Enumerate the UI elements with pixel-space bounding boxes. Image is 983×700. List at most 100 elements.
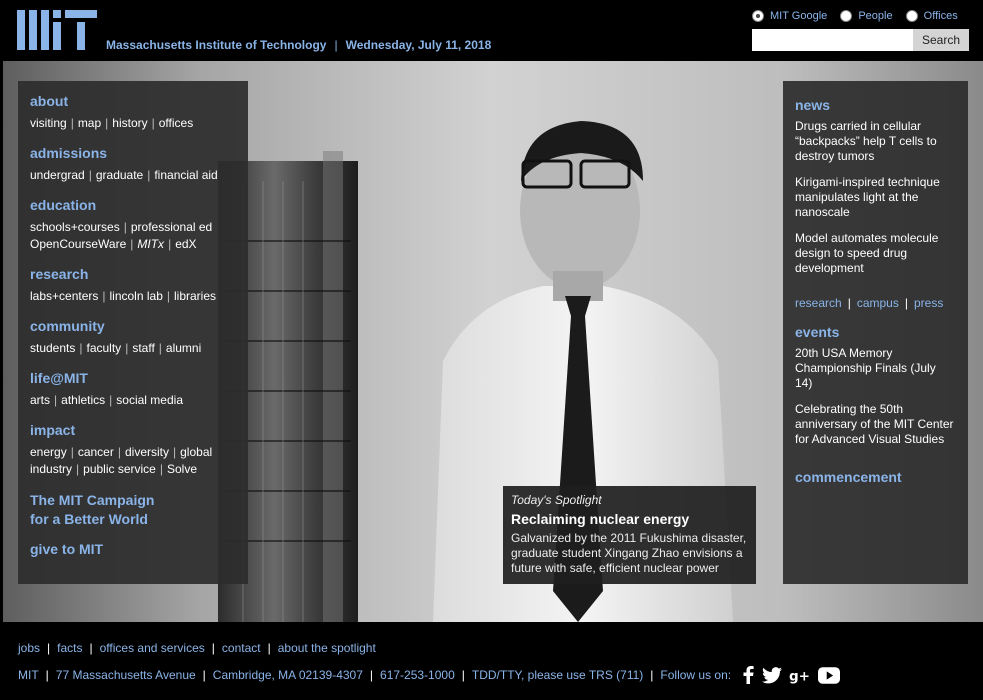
radio-dot[interactable]: [840, 10, 853, 22]
event-item[interactable]: Celebrating the 50th anniversary of the …: [795, 402, 956, 447]
nav-community-links: students | faculty | staff | alumni: [30, 341, 202, 355]
nav-group-about: about visiting | map | history | offices: [30, 93, 236, 132]
nav-impact-links-2: industry | public service | Solve: [30, 462, 198, 476]
institute-line: Massachusetts Institute of Technology | We…: [106, 38, 492, 52]
nav-link-professional-ed[interactable]: professional ed: [131, 220, 212, 234]
nav-education[interactable]: education: [30, 197, 236, 213]
nav-link-diversity[interactable]: diversity: [125, 445, 169, 459]
news-heading[interactable]: news: [795, 97, 956, 113]
spotlight-caption: Today's Spotlight Reclaiming nuclear ene…: [503, 486, 756, 584]
nav-group-impact: impact energy | cancer | diversity | global in…: [30, 422, 236, 478]
radio-dot[interactable]: [905, 10, 918, 22]
nav-group-life: life@MIT arts | athletics | social media: [30, 370, 236, 409]
nav-research[interactable]: research: [30, 266, 236, 282]
youtube-icon[interactable]: [818, 666, 841, 684]
nav-link-public-service[interactable]: public service: [83, 462, 156, 476]
current-date: Wednesday, July 11, 2018: [345, 38, 492, 52]
footer-link-about-spotlight[interactable]: about the spotlight: [278, 641, 376, 655]
commencement-link[interactable]: commencement: [795, 469, 956, 485]
events-heading[interactable]: events: [795, 324, 956, 340]
news-link-press[interactable]: press: [914, 296, 943, 310]
footer-mit[interactable]: MIT: [18, 668, 39, 682]
radio-people[interactable]: People: [840, 10, 893, 22]
footer-contact-info: MIT | 77 Massachusetts Avenue | Cambridge,…: [18, 666, 847, 684]
nav-group-research: research labs+centers | lincoln lab | librar…: [30, 266, 236, 305]
radio-label: People: [858, 10, 893, 22]
news-sublinks: research | campus | press: [795, 296, 944, 310]
nav-research-links: labs+centers | lincoln lab | libraries: [30, 289, 217, 303]
radio-offices[interactable]: Offices: [905, 10, 958, 22]
nav-admissions-links: undergrad | graduate | financial aid: [30, 168, 218, 182]
footer-link-facts[interactable]: facts: [57, 641, 82, 655]
nav-link-industry[interactable]: industry: [30, 462, 72, 476]
nav-link-arts[interactable]: arts: [30, 393, 50, 407]
news-link-campus[interactable]: campus: [857, 296, 899, 310]
radio-dot-selected[interactable]: [752, 10, 764, 22]
radio-mit-google[interactable]: MIT Google: [752, 10, 827, 22]
nav-impact[interactable]: impact: [30, 422, 236, 438]
news-item[interactable]: Model automates molecule design to speed…: [795, 231, 956, 276]
search-scope: MIT Google People Offices: [752, 10, 968, 25]
nav-link-lincoln-lab[interactable]: lincoln lab: [110, 289, 163, 303]
nav-link-solve[interactable]: Solve: [167, 462, 197, 476]
nav-group-education: education schools+courses | professional e…: [30, 197, 236, 253]
follow-us-label: Follow us on:: [660, 668, 732, 682]
social-icons: g+: [741, 666, 847, 684]
footer-phone[interactable]: 617-253-1000: [380, 668, 455, 682]
nav-link-opencourseware[interactable]: OpenCourseWare: [30, 237, 126, 251]
mit-logo[interactable]: [17, 10, 97, 50]
spotlight-title[interactable]: Reclaiming nuclear energy: [511, 511, 748, 527]
facebook-icon[interactable]: [741, 666, 755, 684]
nav-education-links-2: OpenCourseWare | MITx | edX: [30, 237, 197, 251]
nav-group-community: community students | faculty | staff | alumni: [30, 318, 236, 357]
nav-admissions[interactable]: admissions: [30, 145, 236, 161]
nav-link-map[interactable]: map: [78, 116, 101, 130]
nav-link-global[interactable]: global: [180, 445, 212, 459]
news-item[interactable]: Drugs carried in cellular “backpacks” he…: [795, 119, 956, 164]
nav-link-edx[interactable]: edX: [175, 237, 196, 251]
nav-link-faculty[interactable]: faculty: [87, 341, 122, 355]
footer-link-contact[interactable]: contact: [222, 641, 261, 655]
nav-link-energy[interactable]: energy: [30, 445, 67, 459]
nav-link-athletics[interactable]: athletics: [61, 393, 105, 407]
nav-link-graduate[interactable]: graduate: [96, 168, 143, 182]
give-to-mit-link[interactable]: give to MIT: [30, 541, 236, 557]
event-item[interactable]: 20th USA Memory Championship Finals (Jul…: [795, 346, 956, 391]
nav-education-links: schools+courses | professional ed: [30, 220, 213, 234]
campaign-line-2: for a Better World: [30, 511, 148, 527]
nav-link-undergrad[interactable]: undergrad: [30, 168, 85, 182]
nav-link-schools-courses[interactable]: schools+courses: [30, 220, 120, 234]
footer-link-jobs[interactable]: jobs: [18, 641, 40, 655]
google-plus-icon[interactable]: g+: [789, 667, 811, 683]
nav-link-students[interactable]: students: [30, 341, 75, 355]
nav-link-staff[interactable]: staff: [132, 341, 154, 355]
footer-links: jobs | facts | offices and services | contact |…: [18, 641, 376, 655]
nav-link-financial-aid[interactable]: financial aid: [154, 168, 217, 182]
nav-impact-links: energy | cancer | diversity | global: [30, 445, 213, 459]
institute-name[interactable]: Massachusetts Institute of Technology: [106, 38, 326, 52]
news-item[interactable]: Kirigami-inspired technique manipulates …: [795, 175, 956, 220]
nav-link-history[interactable]: history: [112, 116, 147, 130]
footer-city[interactable]: Cambridge, MA 02139-4307: [213, 668, 363, 682]
nav-link-cancer[interactable]: cancer: [78, 445, 114, 459]
nav-link-mitx[interactable]: MITx: [137, 237, 164, 251]
nav-link-social-media[interactable]: social media: [116, 393, 183, 407]
nav-link-visiting[interactable]: visiting: [30, 116, 67, 130]
campaign-line-1: The MIT Campaign: [30, 492, 155, 508]
site-footer: jobs | facts | offices and services | contact |…: [0, 622, 983, 700]
nav-life-at-mit[interactable]: life@MIT: [30, 370, 236, 386]
nav-about[interactable]: about: [30, 93, 236, 109]
nav-link-offices[interactable]: offices: [159, 116, 193, 130]
footer-address[interactable]: 77 Massachusetts Avenue: [56, 668, 196, 682]
nav-community[interactable]: community: [30, 318, 236, 334]
search-button[interactable]: Search: [913, 29, 969, 51]
twitter-icon[interactable]: [762, 666, 783, 684]
news-link-research[interactable]: research: [795, 296, 842, 310]
nav-link-alumni[interactable]: alumni: [166, 341, 201, 355]
footer-tty[interactable]: TDD/TTY, please use TRS (711): [472, 668, 643, 682]
search-input[interactable]: [752, 29, 913, 51]
footer-link-offices-services[interactable]: offices and services: [100, 641, 205, 655]
nav-link-labs-centers[interactable]: labs+centers: [30, 289, 98, 303]
campaign-link[interactable]: The MIT Campaign for a Better World: [30, 491, 236, 529]
nav-link-libraries[interactable]: libraries: [174, 289, 216, 303]
